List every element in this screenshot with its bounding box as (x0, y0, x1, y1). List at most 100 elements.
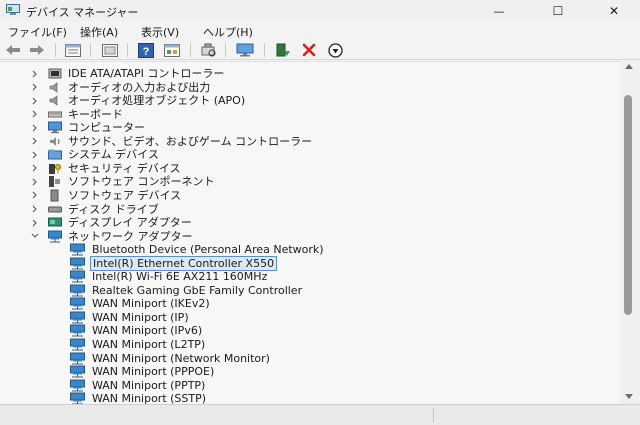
computer-icon-glyph (48, 121, 62, 134)
chevron-down-icon[interactable] (30, 230, 40, 243)
network-device-item[interactable]: WAN Miniport (IPv6) (0, 324, 600, 337)
tree-category-label: オーディオ処理オブジェクト (APO) (68, 94, 246, 108)
toolbar-separator (225, 43, 226, 57)
network-adapter-glyph (70, 270, 85, 283)
chevron-right-icon[interactable] (30, 135, 40, 148)
status-divider (433, 408, 434, 422)
network-device-item[interactable]: Bluetooth Device (Personal Area Network) (0, 243, 600, 256)
network-device-item[interactable]: WAN Miniport (Network Monitor) (0, 352, 600, 365)
tree-category[interactable]: サウンド、ビデオ、およびゲーム コントローラー (0, 135, 600, 148)
status-bar (0, 404, 640, 425)
close-button[interactable]: ✕ (592, 0, 636, 22)
network-device-item[interactable]: WAN Miniport (PPPOE) (0, 365, 600, 378)
tree-category[interactable]: ネットワーク アダプター (0, 230, 600, 243)
chevron-right-icon[interactable] (30, 216, 40, 229)
show-hidden-icon (102, 43, 118, 57)
chevron-right-icon[interactable] (30, 148, 40, 161)
network-device-item[interactable]: WAN Miniport (PPTP) (0, 379, 600, 392)
uninstall-button[interactable] (300, 42, 318, 58)
chevron-right-icon[interactable] (30, 189, 40, 202)
network-device-item[interactable]: WAN Miniport (IP) (0, 311, 600, 324)
speaker-icon-glyph (49, 95, 58, 106)
scan-hardware-button[interactable] (199, 42, 217, 58)
device-label: WAN Miniport (IP) (92, 310, 189, 324)
chevron-right-icon[interactable] (30, 162, 40, 175)
scrollbar-thumb[interactable] (624, 95, 632, 315)
network-adapter-glyph (70, 243, 85, 256)
menu-file[interactable]: ファイル(F) (8, 24, 67, 40)
chevron-right-glyph (32, 192, 37, 199)
network-device-item[interactable]: Intel(R) Wi-Fi 6E AX211 160MHz (0, 270, 600, 283)
tree-category[interactable]: ソフトウェア デバイス (0, 189, 600, 202)
toolbar-separator (264, 43, 265, 57)
chevron-right-glyph (32, 70, 37, 77)
chevron-right-icon[interactable] (30, 81, 40, 94)
chevron-right-glyph (32, 178, 37, 186)
forward-arrow-icon (30, 45, 44, 55)
maximize-button[interactable]: ☐ (536, 0, 580, 22)
tree-category-label: ネットワーク アダプター (68, 229, 193, 243)
disable-device-button[interactable] (326, 42, 344, 58)
chevron-right-glyph (32, 164, 37, 172)
menu-view[interactable]: 表示(V) (141, 24, 179, 40)
back-button[interactable] (4, 42, 22, 58)
menu-action[interactable]: 操作(A) (80, 24, 118, 40)
tree-category[interactable]: セキュリティ デバイス (0, 162, 600, 175)
scan-hardware-icon (201, 43, 216, 57)
chevron-right-icon[interactable] (30, 175, 40, 188)
forward-button[interactable] (28, 42, 46, 58)
disable-icon (327, 42, 343, 58)
software-device-icon (48, 189, 62, 202)
tree-category-label: IDE ATA/ATAPI コントローラー (68, 67, 225, 80)
network-adapter-icon (70, 297, 85, 310)
properties-button[interactable] (64, 42, 82, 58)
chevron-right-glyph (32, 151, 37, 159)
toolbar-separator (90, 43, 91, 57)
menu-help[interactable]: ヘルプ(H) (203, 24, 253, 40)
scroll-up-icon[interactable] (625, 63, 633, 69)
device-label: WAN Miniport (L2TP) (92, 338, 206, 351)
window-title: デバイス マネージャー (26, 6, 139, 19)
scroll-down-icon[interactable] (625, 394, 633, 400)
tree-category[interactable]: ソフトウェア コンポーネント (0, 175, 600, 188)
network-adapter-icon (70, 365, 85, 378)
svg-text:?: ? (143, 46, 150, 58)
network-adapter-glyph (70, 352, 85, 365)
device-label: WAN Miniport (IKEv2) (92, 297, 210, 311)
chevron-right-icon[interactable] (30, 108, 40, 121)
ide-controller-icon (48, 67, 62, 80)
minimize-button[interactable]: — (477, 0, 521, 22)
monitor-icon (236, 43, 254, 57)
update-driver-button[interactable] (274, 42, 292, 58)
tree-category[interactable]: システム デバイス (0, 148, 600, 161)
chevron-right-glyph (32, 137, 37, 145)
tree-category[interactable]: IDE ATA/ATAPI コントローラー (0, 67, 600, 80)
title-bar: デバイス マネージャー — ☐ ✕ (0, 0, 640, 22)
chevron-right-icon[interactable] (30, 67, 40, 80)
tree-category[interactable]: ディスク ドライブ (0, 203, 600, 216)
tree-category[interactable]: オーディオ処理オブジェクト (APO) (0, 94, 600, 107)
tree-category-label: オーディオの入力および出力 (68, 80, 211, 94)
view-button[interactable] (163, 42, 181, 58)
tree-category-label: ソフトウェア デバイス (68, 188, 182, 202)
network-adapter-icon (70, 352, 85, 365)
chevron-right-icon[interactable] (30, 94, 40, 107)
tree-category[interactable]: キーボード (0, 108, 600, 121)
ide-controller-icon-glyph (48, 68, 62, 79)
network-device-item[interactable]: WAN Miniport (IKEv2) (0, 297, 600, 310)
chevron-right-icon[interactable] (30, 121, 40, 134)
network-adapter-icon (70, 311, 85, 324)
chevron-right-glyph (32, 124, 37, 132)
network-device-item[interactable]: WAN Miniport (L2TP) (0, 338, 600, 351)
show-hidden-button[interactable] (101, 42, 119, 58)
help-button[interactable]: ? (137, 42, 155, 58)
network-device-item[interactable]: Intel(R) Ethernet Controller X550 (0, 255, 600, 271)
monitor-button[interactable] (236, 42, 254, 58)
network-device-item[interactable]: Realtek Gaming GbE Family Controller (0, 284, 600, 297)
tree-category-label: キーボード (68, 107, 123, 121)
tree-category[interactable]: ディスプレイ アダプター (0, 216, 600, 229)
tree-category[interactable]: コンピューター (0, 121, 600, 134)
toolbar-separator (190, 43, 191, 57)
tree-category[interactable]: オーディオの入力および出力 (0, 81, 600, 94)
chevron-right-icon[interactable] (30, 203, 40, 216)
